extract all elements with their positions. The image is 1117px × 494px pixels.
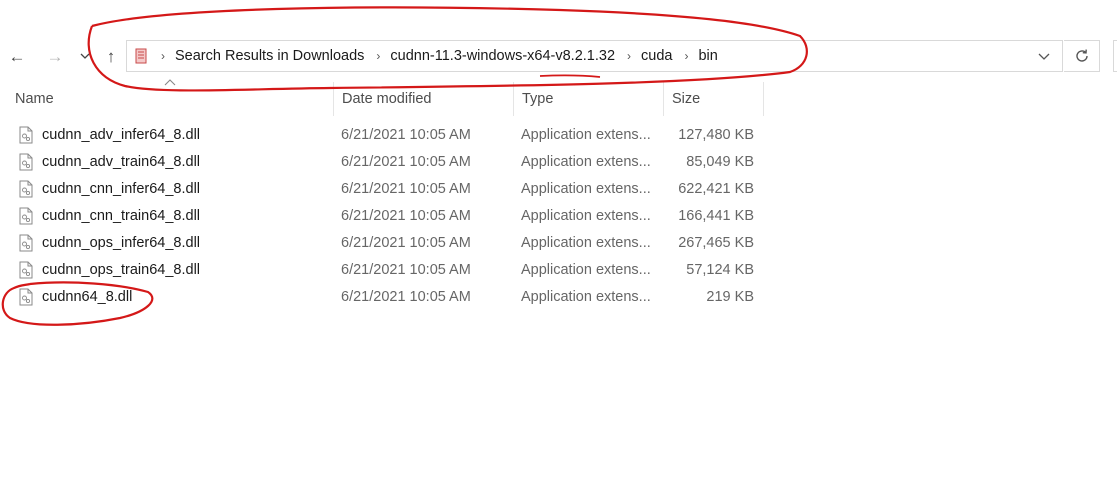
address-history-dropdown[interactable] (1034, 41, 1054, 71)
recent-locations-button[interactable] (76, 43, 94, 69)
breadcrumb-separator-icon[interactable]: › (684, 49, 688, 63)
breadcrumb: › Search Results in Downloads › cudnn-11… (135, 41, 718, 71)
file-date-modified: 6/21/2021 10:05 AM (341, 127, 471, 143)
file-row[interactable]: cudnn_cnn_train64_8.dll 6/21/2021 10:05 A… (0, 203, 1117, 230)
file-row[interactable]: cudnn_cnn_infer64_8.dll 6/21/2021 10:05 A… (0, 176, 1117, 203)
file-size: 57,124 KB (686, 262, 754, 278)
address-bar[interactable]: › Search Results in Downloads › cudnn-11… (126, 40, 1063, 72)
breadcrumb-bin-folder[interactable]: bin (698, 48, 717, 64)
file-name: cudnn_adv_infer64_8.dll (42, 127, 201, 143)
chevron-down-icon (1038, 53, 1050, 60)
breadcrumb-separator-icon[interactable]: › (627, 49, 631, 63)
file-date-modified: 6/21/2021 10:05 AM (341, 208, 471, 224)
file-date-modified: 6/21/2021 10:05 AM (341, 181, 471, 197)
file-type: Application extens... (521, 262, 651, 278)
file-type: Application extens... (521, 127, 651, 143)
dll-file-icon (19, 180, 33, 198)
up-arrow-icon: ↑ (106, 46, 116, 66)
file-size: 127,480 KB (678, 127, 754, 143)
column-header-type[interactable]: Type (514, 82, 663, 116)
file-row[interactable]: cudnn64_8.dll 6/21/2021 10:05 AM Applicati… (0, 284, 1117, 311)
file-type: Application extens... (521, 235, 651, 251)
file-name: cudnn_adv_train64_8.dll (42, 154, 201, 170)
file-name: cudnn_ops_infer64_8.dll (42, 235, 201, 251)
navigation-bar: ← → ↑ › Search Results in Downloads › cu… (0, 0, 1117, 78)
column-header-label: Type (522, 91, 554, 107)
search-results-folder-icon (135, 48, 147, 64)
file-row[interactable]: cudnn_ops_infer64_8.dll 6/21/2021 10:05 A… (0, 230, 1117, 257)
file-list: cudnn_adv_infer64_8.dll 6/21/2021 10:05 A… (0, 122, 1117, 311)
forward-arrow-icon: → (46, 46, 64, 66)
up-button[interactable]: ↑ (100, 43, 122, 69)
file-date-modified: 6/21/2021 10:05 AM (341, 154, 471, 170)
dll-file-icon (19, 126, 33, 144)
file-size: 166,441 KB (678, 208, 754, 224)
file-type: Application extens... (521, 208, 651, 224)
column-header-label: Name (15, 91, 54, 107)
file-date-modified: 6/21/2021 10:05 AM (341, 262, 471, 278)
breadcrumb-separator-icon: › (161, 49, 165, 63)
file-size: 85,049 KB (686, 154, 754, 170)
column-header-date[interactable]: Date modified (334, 82, 513, 116)
dll-file-icon (19, 261, 33, 279)
dll-file-icon (19, 153, 33, 171)
file-date-modified: 6/21/2021 10:05 AM (341, 235, 471, 251)
dll-file-icon (19, 288, 33, 306)
file-row[interactable]: cudnn_adv_train64_8.dll 6/21/2021 10:05 A… (0, 149, 1117, 176)
refresh-icon (1075, 49, 1088, 62)
chevron-down-icon (80, 53, 90, 59)
dll-file-icon (19, 207, 33, 225)
file-date-modified: 6/21/2021 10:05 AM (341, 289, 471, 305)
column-header-label: Size (672, 91, 701, 107)
file-size: 622,421 KB (678, 181, 754, 197)
dll-file-icon (19, 234, 33, 252)
file-name: cudnn_cnn_train64_8.dll (42, 208, 201, 224)
file-row[interactable]: cudnn_ops_train64_8.dll 6/21/2021 10:05 A… (0, 257, 1117, 284)
file-name: cudnn_ops_train64_8.dll (42, 262, 201, 278)
forward-button[interactable]: → (44, 43, 66, 69)
column-divider[interactable] (763, 82, 764, 116)
file-row[interactable]: cudnn_adv_infer64_8.dll 6/21/2021 10:05 A… (0, 122, 1117, 149)
breadcrumb-cudnn-folder[interactable]: cudnn-11.3-windows-x64-v8.2.1.32 (390, 48, 615, 64)
file-type: Application extens... (521, 154, 651, 170)
refresh-button[interactable] (1064, 40, 1100, 72)
file-type: Application extens... (521, 181, 651, 197)
breadcrumb-separator-icon[interactable]: › (376, 49, 380, 63)
back-button[interactable]: ← (6, 43, 28, 69)
column-header-label: Date modified (342, 91, 432, 107)
file-type: Application extens... (521, 289, 651, 305)
file-name: cudnn64_8.dll (42, 289, 133, 305)
file-size: 219 KB (706, 289, 754, 305)
file-name: cudnn_cnn_infer64_8.dll (42, 181, 201, 197)
search-box-edge[interactable] (1113, 40, 1117, 72)
column-header-row: Name Date modified Type Size (0, 82, 1117, 116)
file-size: 267,465 KB (678, 235, 754, 251)
back-arrow-icon: ← (8, 46, 26, 66)
breadcrumb-search-results[interactable]: Search Results in Downloads (175, 48, 364, 64)
column-header-name[interactable]: Name (7, 82, 333, 116)
column-header-size[interactable]: Size (664, 82, 763, 116)
breadcrumb-cuda-folder[interactable]: cuda (641, 48, 672, 64)
